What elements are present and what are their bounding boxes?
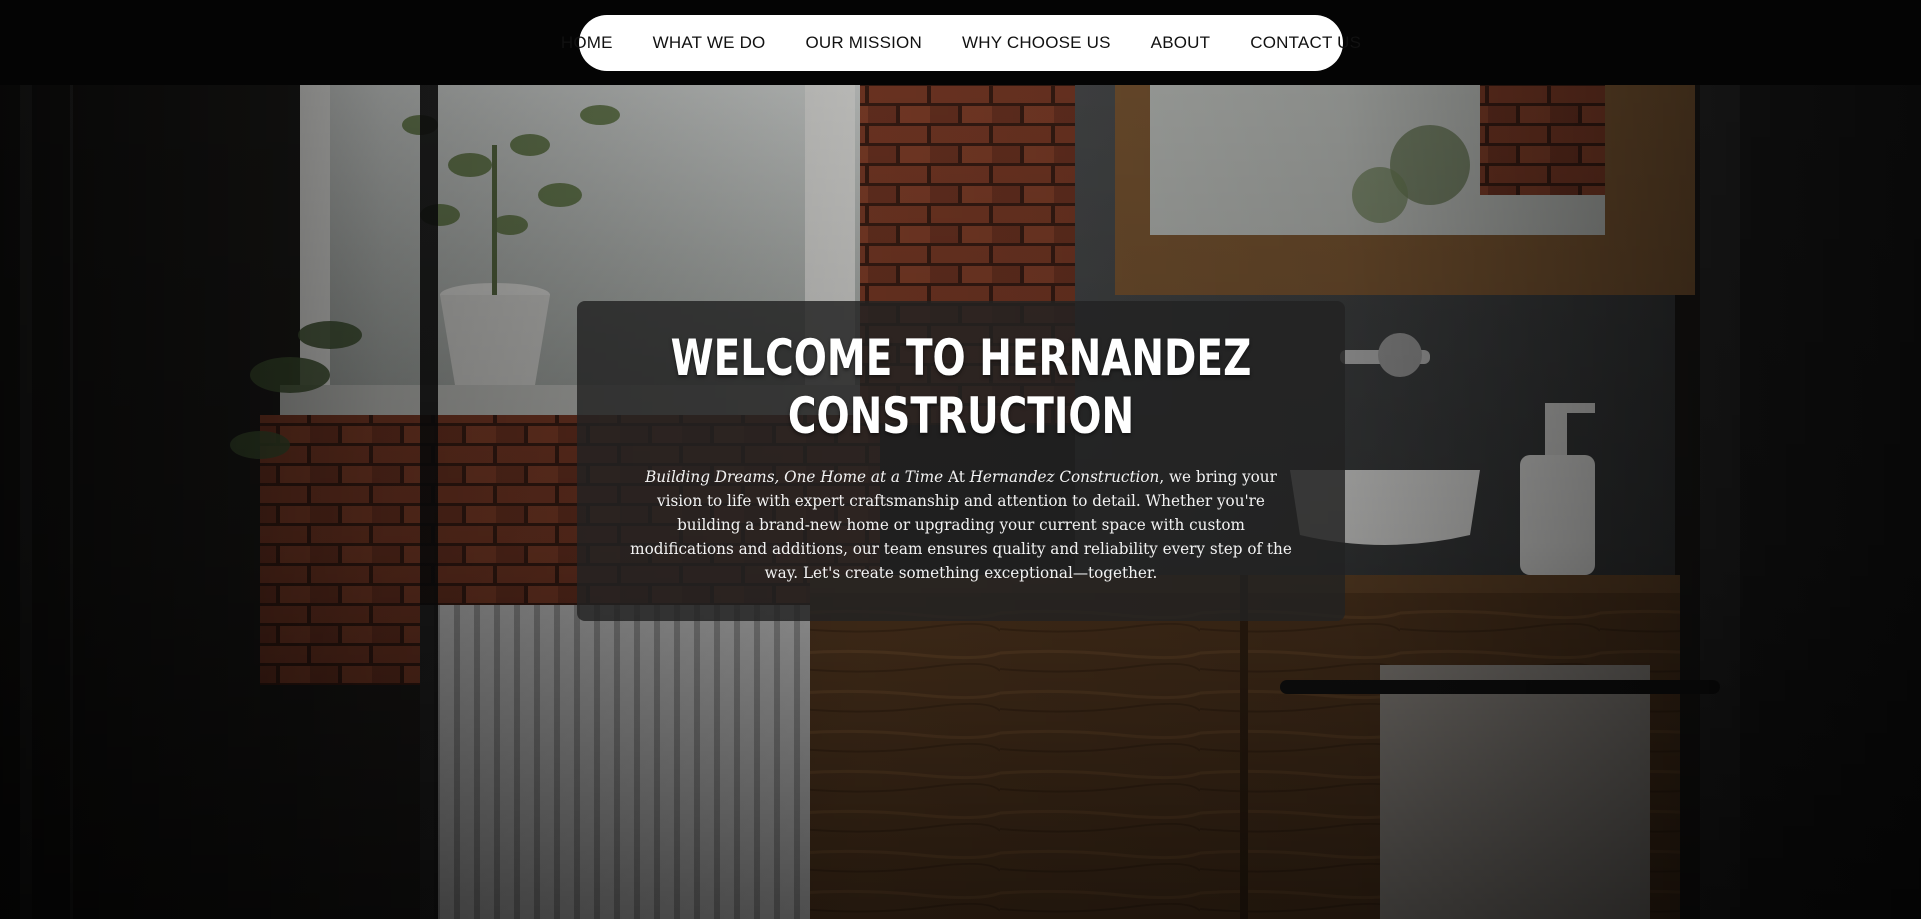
welcome-description: Building Dreams, One Home at a Time At H… [629,465,1294,585]
body-lead: At [943,467,970,486]
main-nav: HOME WHAT WE DO OUR MISSION WHY CHOOSE U… [561,15,1361,71]
nav-why-choose-us[interactable]: WHY CHOOSE US [962,33,1111,53]
nav-home[interactable]: HOME [561,33,613,53]
welcome-card: WELCOME TO HERNANDEZ CONSTRUCTION Buildi… [577,301,1345,621]
tagline: Building Dreams, One Home at a Time [645,467,944,486]
nav-what-we-do[interactable]: WHAT WE DO [653,33,766,53]
company-name: Hernandez Construction [969,467,1160,486]
welcome-title: WELCOME TO HERNANDEZ CONSTRUCTION [670,329,1252,445]
page: HOME WHAT WE DO OUR MISSION WHY CHOOSE U… [0,0,1921,919]
top-bar: HOME WHAT WE DO OUR MISSION WHY CHOOSE U… [0,0,1921,85]
nav-contact-us[interactable]: CONTACT US [1250,33,1361,53]
nav-our-mission[interactable]: OUR MISSION [805,33,922,53]
nav-about[interactable]: ABOUT [1151,33,1211,53]
